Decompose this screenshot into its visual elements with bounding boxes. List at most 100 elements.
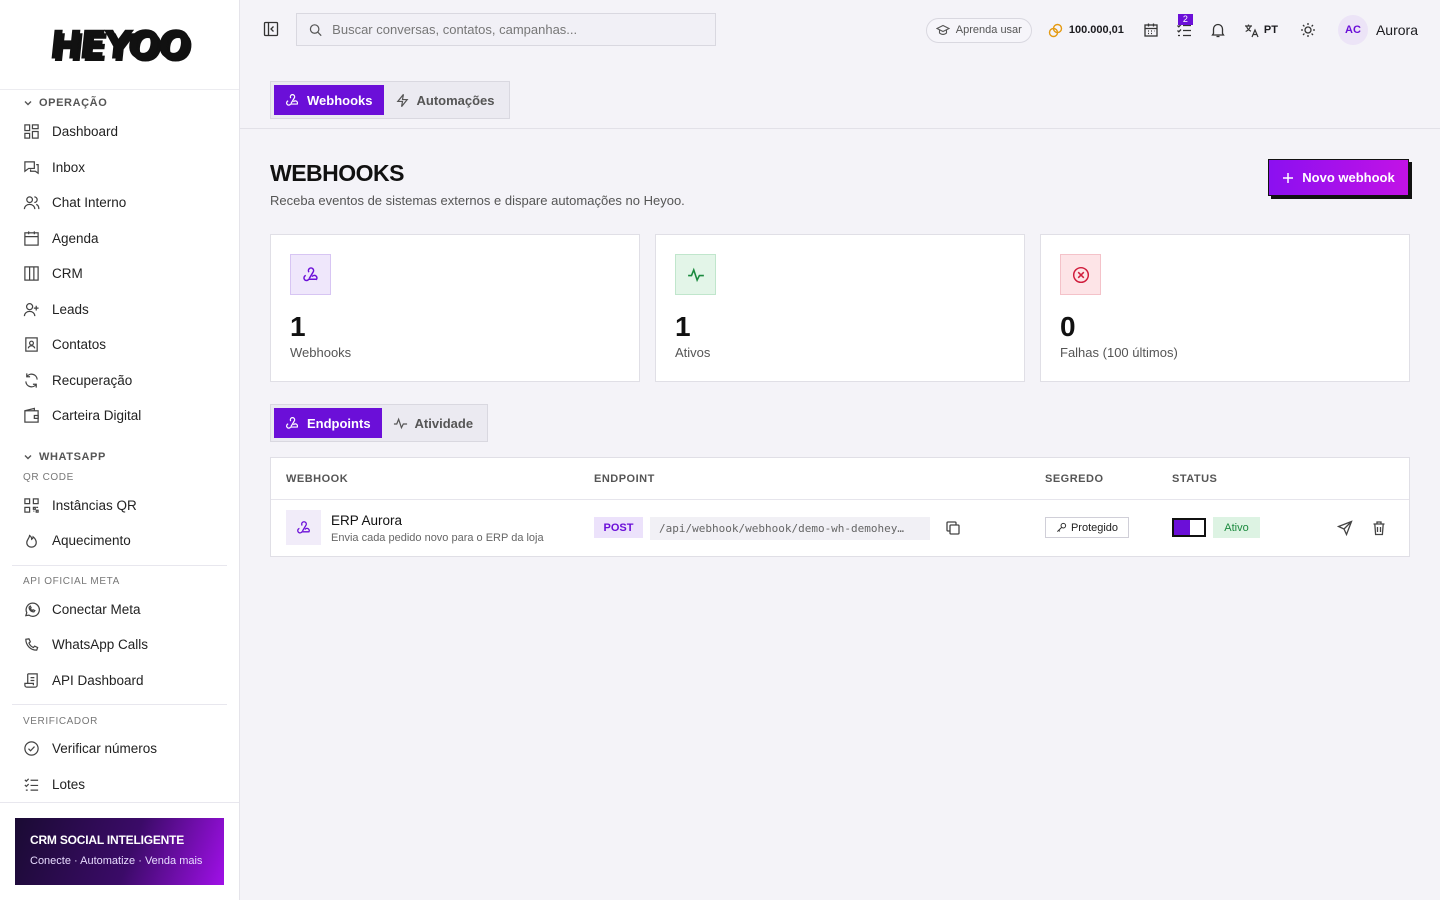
section-title-api-oficial-meta: API OFICIAL META	[23, 576, 120, 587]
chevron-down-icon	[24, 101, 32, 106]
webhook-icon	[286, 510, 321, 545]
calendar-icon	[24, 231, 39, 246]
promo-banner[interactable]: CRM SOCIAL INTELIGENTE Conecte · Automat…	[15, 818, 224, 885]
sidebar-item-verificar-numeros[interactable]: Verificar números	[0, 731, 239, 767]
search-icon	[309, 23, 322, 36]
graduation-cap-icon	[935, 24, 950, 35]
sidebar-item-recuperacao[interactable]: Recuperação	[0, 363, 239, 399]
qr-code-icon	[24, 498, 39, 513]
sidebar-item-lotes[interactable]: Lotes	[0, 767, 239, 803]
sidebar-item-leads[interactable]: Leads	[0, 292, 239, 328]
tab-webhooks[interactable]: Webhooks	[274, 85, 384, 115]
webhook-name[interactable]: ERP Aurora	[331, 513, 402, 528]
avatar[interactable]: AC	[1337, 15, 1368, 45]
sidebar-item-agenda[interactable]: Agenda	[0, 221, 239, 257]
active-toggle[interactable]	[1172, 518, 1206, 537]
sidebar-toggle-icon[interactable]	[263, 21, 279, 37]
sidebar-item-label: Recuperação	[52, 372, 133, 388]
sidebar-item-label: Contatos	[52, 337, 107, 353]
sidebar-item-whatsapp-calls[interactable]: WhatsApp Calls	[0, 627, 239, 663]
sidebar-item-label: WhatsApp Calls	[52, 637, 149, 653]
sidebar-item-label: Verificar números	[52, 741, 158, 757]
section-header-whatsapp[interactable]: WHATSAPP	[0, 446, 239, 468]
tasks-badge: 2	[1177, 14, 1193, 25]
divider	[12, 564, 227, 566]
tab-label: Webhooks	[307, 92, 373, 108]
send-icon[interactable]	[1337, 520, 1353, 536]
page-tabs-bar: Webhooks Automações	[240, 60, 1440, 129]
new-webhook-label: Novo webhook	[1302, 170, 1395, 185]
page-title: WEBHOOKS	[270, 160, 405, 186]
sidebar-item-contatos[interactable]: Contatos	[0, 327, 239, 363]
stat-value: 1	[290, 311, 306, 342]
tab-automacoes[interactable]: Automações	[384, 85, 506, 115]
search-input[interactable]	[332, 22, 703, 37]
activity-icon	[393, 417, 407, 429]
sidebar: HEYOO OPERAÇÃO Dashboard Inbox Chat Inte…	[0, 0, 240, 900]
sidebar-item-dashboard[interactable]: Dashboard	[0, 114, 239, 150]
tab-label: Atividade	[414, 415, 474, 431]
translate-icon	[1244, 24, 1259, 37]
search-box[interactable]	[296, 13, 716, 46]
column-header: WEBHOOK	[286, 473, 349, 485]
coins-icon	[1048, 23, 1063, 37]
section-header-operacao[interactable]: OPERAÇÃO	[0, 92, 239, 114]
sidebar-item-label: Carteira Digital	[52, 408, 142, 424]
column-header: SEGREDO	[1045, 473, 1104, 485]
column-header: STATUS	[1172, 473, 1218, 485]
contact-book-icon	[25, 337, 38, 352]
tasks-button[interactable]: 2	[1176, 14, 1193, 38]
sidebar-item-carteira-digital[interactable]: Carteira Digital	[0, 398, 239, 434]
sidebar-item-label: CRM	[52, 266, 83, 282]
sidebar-item-label: Instâncias QR	[52, 497, 137, 513]
calendar-icon[interactable]	[1143, 22, 1159, 38]
section-title: WHATSAPP	[39, 450, 106, 463]
scroll-icon	[24, 673, 38, 688]
page-subtitle: Receba eventos de sistemas externos e di…	[270, 193, 685, 208]
sidebar-item-aquecimento[interactable]: Aquecimento	[0, 523, 239, 559]
tab-endpoints[interactable]: Endpoints	[274, 408, 382, 438]
promo-title: CRM SOCIAL INTELIGENTE	[30, 833, 185, 847]
sidebar-item-chat-interno[interactable]: Chat Interno	[0, 185, 239, 221]
stat-card-falhas: 0 Falhas (100 últimos)	[1040, 234, 1410, 382]
webhooks-table: WEBHOOK ENDPOINT SEGREDO STATUS ERP Auro…	[270, 457, 1410, 557]
topbar-actions: Aprenda usar 100.000,01 2 PT AC Aurora	[925, 14, 1418, 46]
coins-balance[interactable]: 100.000,01	[1048, 23, 1124, 38]
app-logo[interactable]: HEYOO	[0, 0, 239, 90]
user-plus-icon	[23, 302, 39, 316]
user-name[interactable]: Aurora	[1376, 22, 1418, 38]
x-circle-icon	[1060, 254, 1101, 295]
sidebar-item-api-dashboard[interactable]: API Dashboard	[0, 663, 239, 699]
column-header: ENDPOINT	[594, 473, 655, 485]
sidebar-item-crm[interactable]: CRM	[0, 256, 239, 292]
language-selector[interactable]: PT	[1244, 23, 1278, 38]
promo-subtitle: Conecte · Automatize · Venda mais	[30, 855, 203, 867]
tab-atividade[interactable]: Atividade	[382, 408, 485, 438]
new-webhook-button[interactable]: Novo webhook	[1268, 159, 1409, 196]
bell-icon[interactable]	[1210, 22, 1226, 38]
sidebar-item-label: Inbox	[52, 159, 86, 175]
kanban-icon	[24, 266, 39, 281]
sun-icon[interactable]	[1300, 22, 1316, 38]
tab-label: Endpoints	[307, 415, 371, 431]
status-badge: Ativo	[1213, 517, 1260, 538]
language-label: PT	[1263, 24, 1278, 36]
trash-icon[interactable]	[1371, 520, 1387, 536]
sidebar-item-label: Conectar Meta	[52, 601, 141, 617]
endpoint-url: /api/webhook/webhook/demo-wh-demohey…	[650, 517, 930, 540]
flame-icon	[26, 534, 37, 548]
toggle-fill	[1174, 520, 1190, 535]
phone-icon	[25, 638, 39, 652]
chevron-down-icon	[24, 454, 32, 459]
stat-value: 1	[675, 311, 691, 342]
sidebar-item-inbox[interactable]: Inbox	[0, 150, 239, 186]
sidebar-item-label: Lotes	[52, 776, 86, 792]
copy-icon[interactable]	[945, 520, 961, 536]
sidebar-item-instancias-qr[interactable]: Instâncias QR	[0, 488, 239, 524]
sidebar-item-label: Aquecimento	[52, 533, 131, 549]
learn-button[interactable]: Aprenda usar	[925, 17, 1032, 43]
wallet-icon	[24, 407, 39, 423]
sidebar-item-conectar-meta[interactable]: Conectar Meta	[0, 592, 239, 628]
check-circle-icon	[24, 741, 39, 756]
webhook-description: Envia cada pedido novo para o ERP da loj…	[331, 532, 544, 544]
